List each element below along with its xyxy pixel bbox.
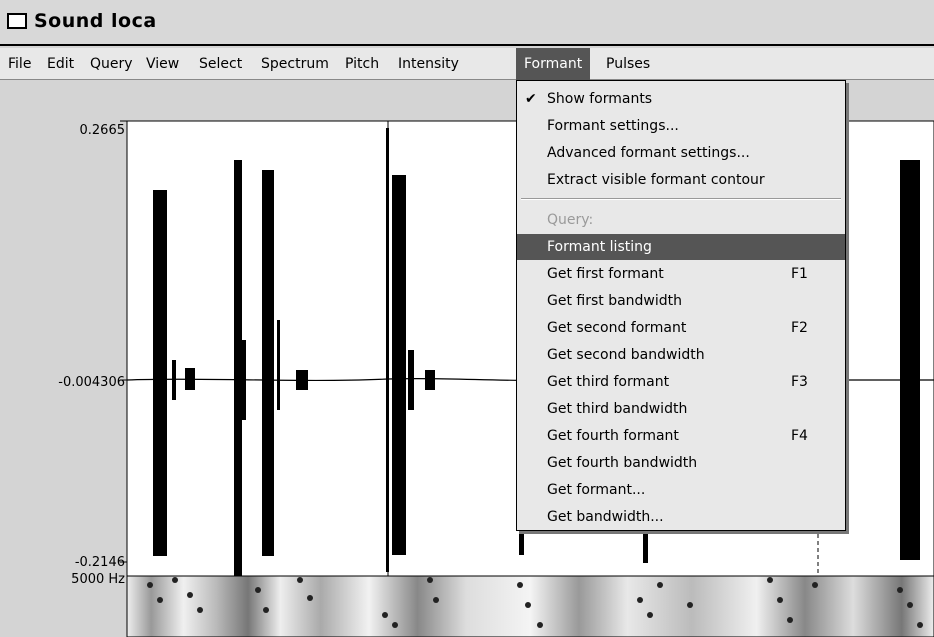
menu-edit[interactable]: Edit — [39, 48, 82, 80]
menu-pulses[interactable]: Pulses — [598, 48, 658, 80]
menu-item-formant-listing[interactable]: Formant listing — [517, 234, 845, 260]
menu-item-get-third-formant[interactable]: Get third formant F3 — [517, 369, 845, 395]
menu-item-advanced-formant-settings[interactable]: Advanced formant settings... — [517, 140, 845, 166]
menu-item-formant-settings[interactable]: Formant settings... — [517, 113, 845, 139]
menu-select[interactable]: Select — [191, 48, 250, 80]
menu-item-get-third-bandwidth[interactable]: Get third bandwidth — [517, 396, 845, 422]
sound-editor-window: Sound loca File Edit Query View Select S… — [0, 0, 934, 637]
menu-item-get-first-bandwidth[interactable]: Get first bandwidth — [517, 288, 845, 314]
menu-section-query: Query: — [547, 212, 594, 228]
menu-view[interactable]: View — [138, 48, 187, 80]
menu-item-get-first-formant[interactable]: Get first formant F1 — [517, 261, 845, 287]
checkmark-icon: ✔ — [525, 91, 537, 107]
menu-item-get-fourth-bandwidth[interactable]: Get fourth bandwidth — [517, 450, 845, 476]
menu-pitch[interactable]: Pitch — [337, 48, 387, 80]
title-bar[interactable]: Sound loca — [0, 0, 934, 46]
menu-item-extract-visible-formant-contour[interactable]: Extract visible formant contour — [517, 167, 845, 193]
shortcut-label: F4 — [791, 428, 808, 444]
shortcut-label: F2 — [791, 320, 808, 336]
menu-bar: File Edit Query View Select Spectrum Pit… — [0, 48, 934, 80]
menu-item-get-fourth-formant[interactable]: Get fourth formant F4 — [517, 423, 845, 449]
menu-intensity[interactable]: Intensity — [390, 48, 467, 80]
menu-item-get-formant[interactable]: Get formant... — [517, 477, 845, 503]
shortcut-label: F1 — [791, 266, 808, 282]
menu-query[interactable]: Query — [82, 48, 141, 80]
menu-formant[interactable]: Formant — [516, 48, 591, 80]
menu-item-get-bandwidth[interactable]: Get bandwidth... — [517, 504, 845, 530]
formant-menu-dropdown: ✔ Show formants Formant settings... Adva… — [516, 80, 846, 531]
menu-item-get-second-bandwidth[interactable]: Get second bandwidth — [517, 342, 845, 368]
menu-file[interactable]: File — [0, 48, 39, 80]
window-title: Sound loca — [34, 10, 157, 32]
shortcut-label: F3 — [791, 374, 808, 390]
menu-spectrum[interactable]: Spectrum — [253, 48, 337, 80]
menu-item-show-formants[interactable]: ✔ Show formants — [517, 86, 845, 112]
window-icon — [7, 13, 27, 29]
menu-separator — [521, 198, 841, 200]
menu-item-get-second-formant[interactable]: Get second formant F2 — [517, 315, 845, 341]
